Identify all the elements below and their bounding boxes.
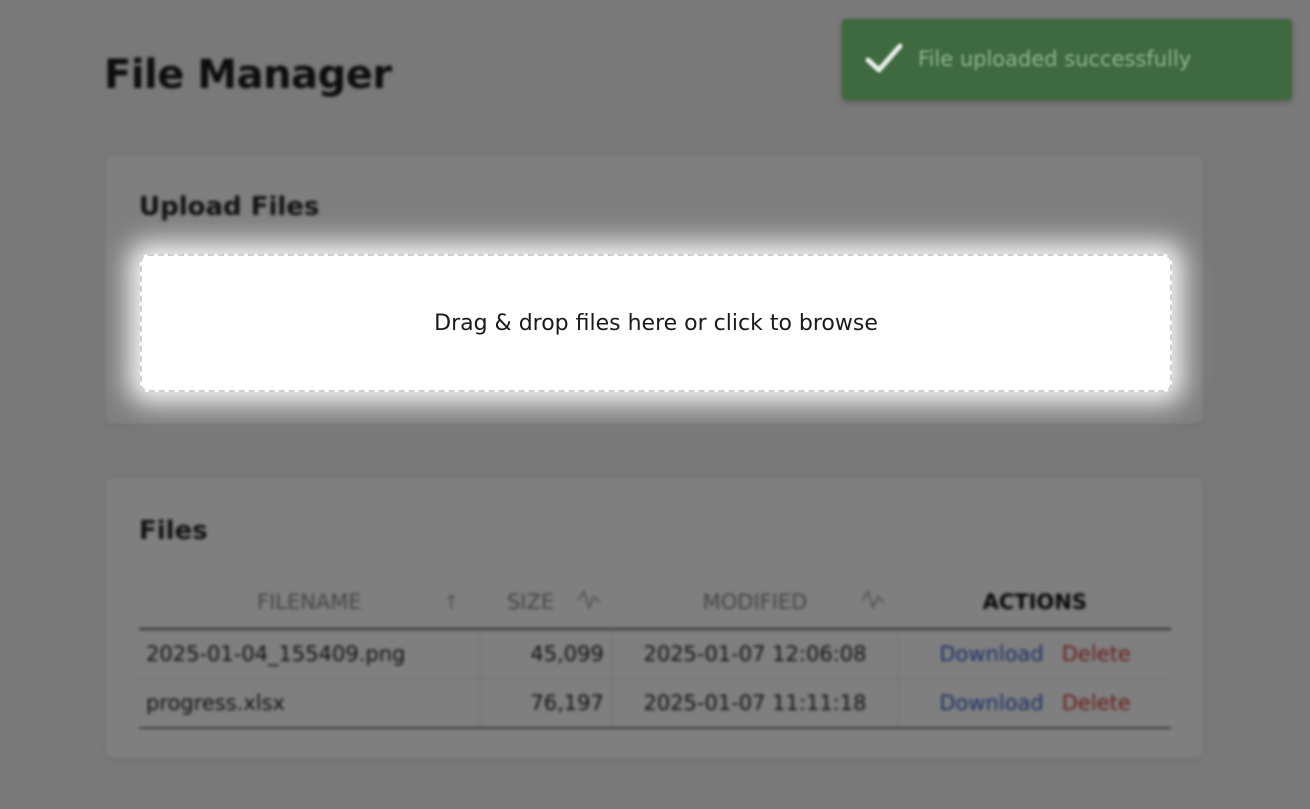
dropzone-text: Drag & drop files here or click to brows…	[434, 310, 878, 336]
toast-message: File uploaded successfully	[918, 47, 1192, 71]
modal-overlay	[0, 0, 1310, 809]
check-icon	[864, 41, 904, 77]
success-toast: File uploaded successfully	[842, 19, 1292, 100]
file-dropzone[interactable]: Drag & drop files here or click to brows…	[140, 254, 1172, 392]
